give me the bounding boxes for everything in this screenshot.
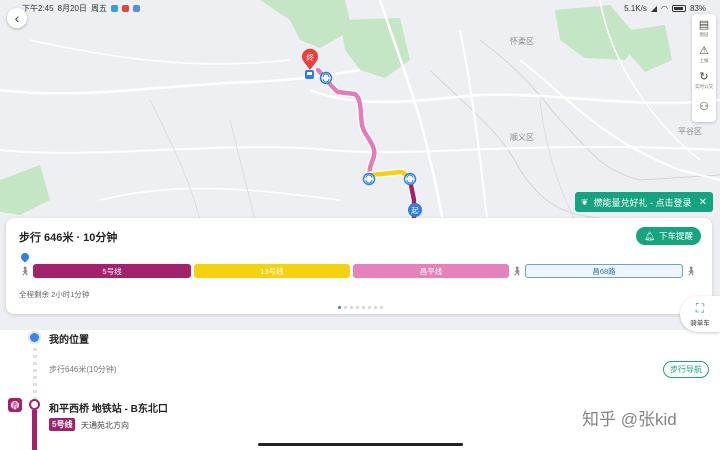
refresh-icon: ↻ (699, 71, 709, 83)
map-road (29, 39, 291, 65)
alight-reminder-label: 下车提醒 (658, 231, 693, 241)
line-badge: 5号线 (49, 418, 76, 431)
wifi-icon: ◠ (661, 3, 668, 13)
map-toolbar: ▤ 图层 ⚠ 上报 ↻ 实时公交 ⚇ (692, 14, 716, 122)
layers-label: 图层 (699, 32, 709, 37)
walk-path-dots (33, 348, 37, 400)
promo-text: 攒能量兑好礼 - 点击登录 (593, 197, 692, 208)
map-green-area (340, 18, 410, 78)
bell-icon: 🔔︎ (644, 230, 655, 241)
walk-distance-text: 步行646米(10分钟) (49, 365, 117, 374)
end-marker-icon[interactable]: 终 (301, 48, 318, 70)
close-icon[interactable]: ✕ (699, 197, 707, 208)
pager-dot[interactable] (344, 306, 347, 309)
scan-bike-icon: ⛶ (695, 301, 705, 315)
end-marker-label: 终 (306, 52, 314, 62)
map-label-shunyi: 顺义区 (510, 133, 534, 142)
map-label-huairou: 怀柔区 (510, 36, 534, 46)
status-bar: 下午2:45 8月20日 周五 5.1K/s ◢ ◠ 83% (0, 0, 720, 16)
walk-people-icon: ⚇ (699, 100, 709, 113)
transfer-icon (362, 172, 376, 186)
map-road (539, 99, 576, 221)
realtime-bus-label: 实时公交 (695, 84, 713, 89)
battery-icon (671, 4, 686, 12)
location-pin-icon (19, 251, 31, 263)
status-date: 8月20日 (57, 3, 87, 13)
segment-line-5: 5号线 (33, 264, 191, 278)
map-road (99, 187, 341, 201)
status-bar-right: 5.1K/s ◢ ◠ 83% (624, 4, 706, 13)
map-green-area (630, 25, 672, 72)
status-weekday: 周五 (90, 3, 107, 13)
route-summary: 全程剩余 2小时1分钟 (19, 290, 90, 299)
map-road (309, 88, 720, 105)
route-pager[interactable] (338, 306, 383, 309)
map-road (229, 119, 256, 221)
route-card[interactable]: 步行 646米 · 10分钟 🔔︎ 下车提醒 🚶︎ 5号线 13号线 昌平线 🚶… (6, 218, 712, 314)
segment-bus-68: 昌68路 (525, 264, 683, 278)
start-marker-label: 起 (411, 206, 419, 215)
my-location-dot-icon (28, 331, 41, 344)
pager-dot[interactable] (368, 306, 371, 309)
map-road (0, 145, 720, 154)
notification-icon (121, 4, 129, 12)
pager-dot[interactable] (350, 306, 353, 309)
alight-reminder-button[interactable]: 🔔︎ 下车提醒 (636, 227, 701, 245)
signal-icon: ◢ (650, 3, 657, 13)
status-time: 下午2:45 (22, 3, 54, 13)
route-segments: 🚶︎ 5号线 13号线 昌平线 🚶︎ 昌68路 🚶︎ (19, 264, 700, 278)
my-location-label: 我的位置 (49, 335, 89, 346)
station-name[interactable]: 和平西桥 地铁站 - B东北口 (49, 400, 168, 415)
map-district-line (479, 39, 720, 181)
subway-icon: 🚇︎ (8, 398, 22, 412)
direction-text: 天通苑北方向 (81, 421, 129, 430)
map-road (459, 29, 489, 231)
leaf-icon: ❦ (581, 196, 589, 207)
report-label: 上报 (699, 58, 709, 63)
bus-stop-icon (305, 70, 314, 79)
transfer-icon (403, 172, 417, 186)
pager-dot[interactable] (380, 306, 383, 309)
map-road (519, 59, 720, 181)
walk-icon: 🚶︎ (685, 265, 697, 276)
pager-dot[interactable] (356, 306, 359, 309)
realtime-bus-button[interactable]: ↻ 实时公交 (692, 68, 716, 94)
battery-level: 83% (689, 3, 706, 13)
report-icon: ⚠ (699, 45, 709, 57)
walk-navigation-button[interactable]: 步行导航 (663, 361, 709, 378)
report-button[interactable]: ⚠ 上报 (692, 42, 716, 68)
back-button[interactable]: ‹ (7, 8, 27, 28)
notification-icon (110, 4, 118, 12)
walk-icon: 🚶︎ (19, 265, 31, 276)
walk-icon: 🚶︎ (511, 265, 523, 276)
map-road (149, 99, 201, 221)
pager-dot[interactable] (374, 306, 377, 309)
itinerary: 我的位置 步行646米(10分钟) 步行导航 🚇︎ 和平西桥 地铁站 - B东北… (0, 318, 720, 450)
transfer-icon (319, 71, 333, 85)
walk-people-button[interactable]: ⚇ (692, 94, 716, 120)
route-line-changping (315, 67, 377, 178)
promo-banner[interactable]: ❦ 攒能量兑好礼 - 点击登录 ✕ (575, 192, 713, 212)
layers-button[interactable]: ▤ 图层 (692, 16, 716, 42)
home-indicator[interactable] (258, 443, 463, 446)
chevron-left-icon: ‹ (14, 10, 20, 26)
watermark: 知乎 @张kid (582, 410, 677, 429)
start-marker-icon[interactable]: 起 (408, 203, 422, 217)
layers-icon: ▤ (698, 19, 710, 31)
route-casing (314, 66, 378, 179)
line-5-rail (32, 410, 37, 450)
map-label-pinggu: 平谷区 (678, 127, 702, 136)
bike-label: 骑单车 (690, 320, 710, 327)
network-speed: 5.1K/s (624, 3, 647, 13)
segment-line-13: 13号线 (194, 264, 350, 278)
status-bar-left: 下午2:45 8月20日 周五 (22, 3, 140, 14)
route-title: 步行 646米 · 10分钟 (19, 232, 118, 244)
pager-dot[interactable] (362, 306, 365, 309)
map-green-area (0, 165, 50, 215)
pager-dot[interactable] (338, 306, 341, 309)
segment-changping: 昌平线 (353, 264, 509, 278)
notification-icon (132, 4, 140, 12)
station-dot-icon (29, 399, 40, 410)
bike-button[interactable]: ⛶ 骑单车 (680, 296, 720, 332)
